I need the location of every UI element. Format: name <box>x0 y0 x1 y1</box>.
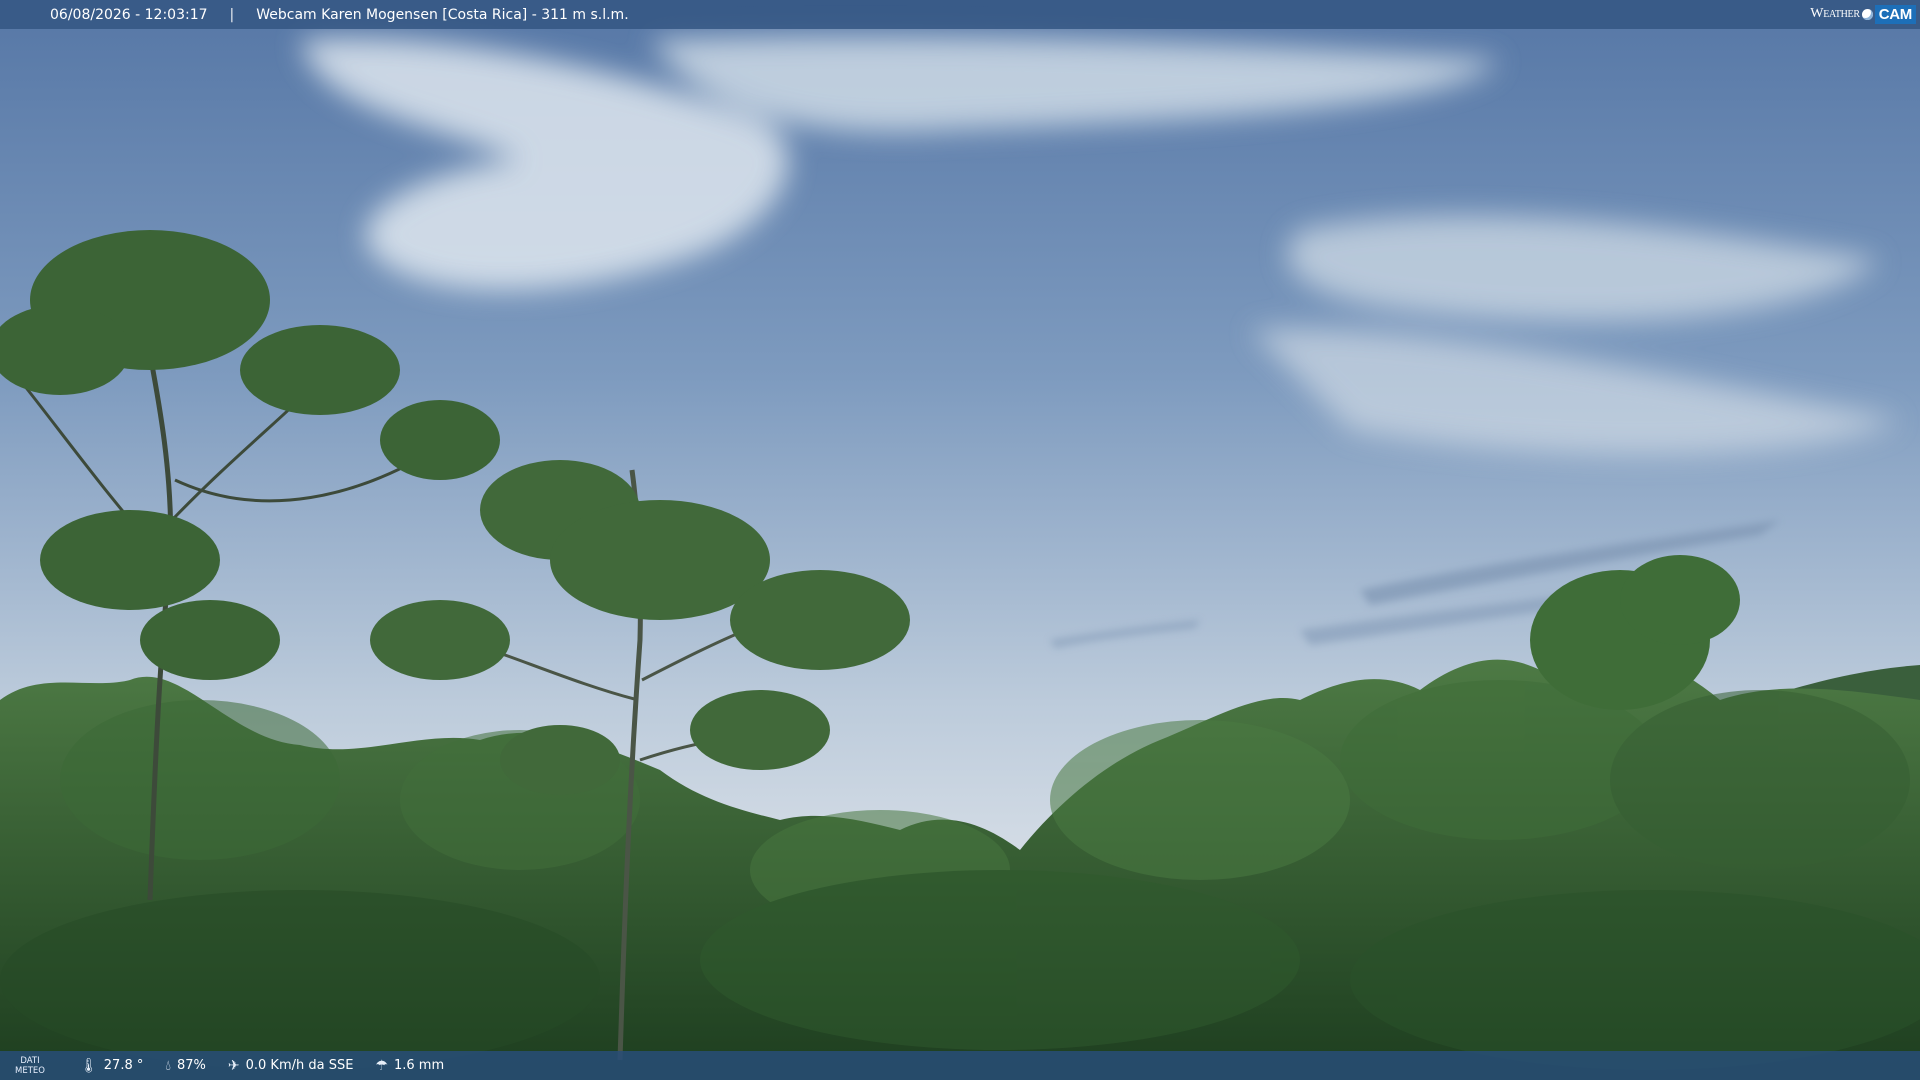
thermometer-icon: 🌡︎ <box>80 1057 98 1074</box>
temperature-reading: 🌡︎ 27.8 ° <box>80 1058 143 1074</box>
rain-cloud-icon: ☂ <box>375 1057 388 1074</box>
rain-reading: ☂ 1.6 mm <box>375 1058 444 1074</box>
webcam-title: Webcam Karen Mogensen [Costa Rica] - 311… <box>256 6 629 23</box>
humidity-drop-icon: 💧︎ <box>165 1057 171 1074</box>
logo-globe-icon <box>1861 8 1873 20</box>
logo-weather-text: Weather <box>1810 6 1860 21</box>
label-line-2: METEO <box>15 1065 45 1076</box>
timestamp: 06/08/2026 - 12:03:17 <box>50 6 208 23</box>
wind-value: 0.0 Km/h da SSE <box>245 1058 354 1073</box>
logo-cam-text: CAM <box>1874 4 1916 24</box>
humidity-value: 87% <box>176 1058 206 1073</box>
label-line-1: DATI <box>20 1055 40 1066</box>
wind-reading: ✈ 0.0 Km/h da SSE <box>228 1058 354 1074</box>
rain-value: 1.6 mm <box>394 1058 445 1073</box>
wind-icon: ✈ <box>227 1057 240 1074</box>
webcam-image <box>0 0 1920 1080</box>
header-separator: | <box>229 6 235 23</box>
humidity-reading: 💧︎ 87% <box>165 1058 206 1074</box>
weather-data-label: DATI METEO <box>0 1056 60 1076</box>
weathercam-logo: Weather CAM <box>1810 3 1916 25</box>
header-bar: 06/08/2026 - 12:03:17 | Webcam Karen Mog… <box>0 0 1920 29</box>
temperature-value: 27.8 ° <box>103 1058 144 1073</box>
weather-data-bar: DATI METEO 🌡︎ 27.8 ° 💧︎ 87% ✈ 0.0 Km/h d… <box>0 1051 1920 1080</box>
